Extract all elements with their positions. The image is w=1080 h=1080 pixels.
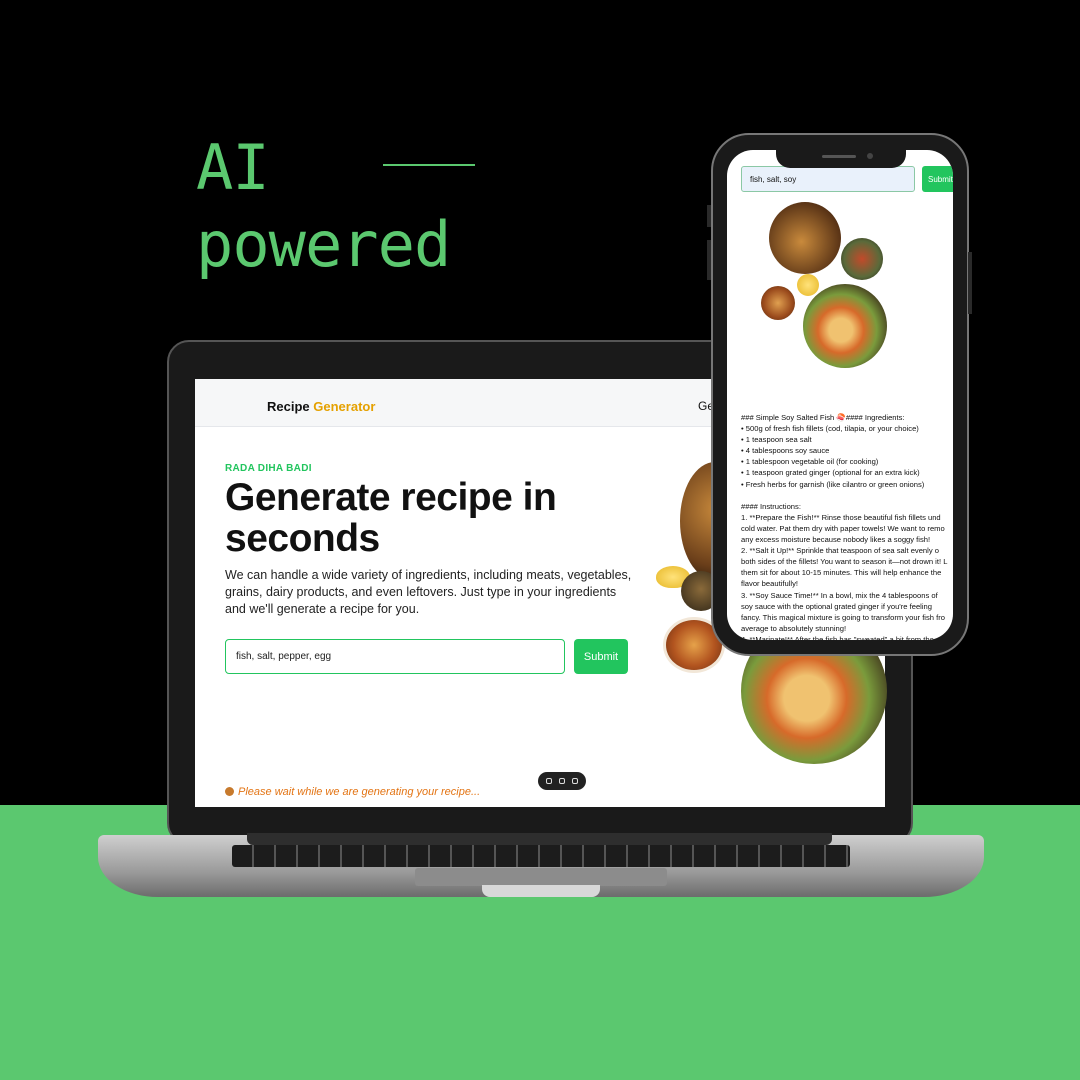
promo-headline-line1: AI	[196, 131, 270, 204]
brand-main: Recipe	[267, 399, 310, 414]
recipe-line: average to absolutely stunning!	[741, 623, 847, 633]
phone-notch	[776, 150, 906, 168]
page-description: We can handle a wide variety of ingredie…	[225, 568, 632, 616]
eyebrow-label: RADA DIHA BADI	[225, 463, 312, 474]
promo-headline-line2: powered	[196, 208, 451, 281]
recipe-line: fancy. This magical mixture is going to …	[741, 612, 945, 622]
phone-food-burger	[769, 202, 841, 274]
phone-volume-button	[707, 240, 711, 280]
brand-accent: Generator	[313, 399, 376, 414]
laptop-keyboard	[232, 845, 850, 867]
loading-status: Please wait while we are generating your…	[225, 786, 480, 798]
phone-ingredients-input[interactable]	[741, 166, 915, 192]
ingredients-input[interactable]	[225, 639, 565, 674]
recipe-line: 1. **Prepare the Fish!** Rinse those bea…	[741, 512, 941, 522]
phone-submit-button[interactable]: Submit	[922, 166, 953, 192]
phone-food-curry	[761, 286, 795, 320]
recipe-line: soy sauce with the optional grated ginge…	[741, 601, 932, 611]
recipe-line: • 1 teaspoon sea salt	[741, 435, 812, 445]
recipe-line: • 500g of fresh fish fillets (cod, tilap…	[741, 424, 919, 434]
recipe-line: any excess moisture because nobody likes…	[741, 535, 931, 545]
laptop-trackpad	[415, 868, 667, 886]
recipe-line: • 1 tablespoon vegetable oil (for cookin…	[741, 457, 879, 467]
toggle-icon[interactable]	[558, 778, 565, 784]
phone-speaker	[822, 155, 856, 158]
recipe-line: ### Simple Soy Salted Fish 🍣#### Ingredi…	[741, 413, 905, 422]
recipe-line: cold water. Pat them dry with paper towe…	[741, 523, 945, 533]
submit-button[interactable]: Submit	[574, 639, 628, 674]
recipe-line: flavor beautifully!	[741, 579, 798, 589]
laptop-base-notch	[482, 885, 600, 897]
phone-side-button	[707, 205, 711, 227]
brand-logo[interactable]: Recipe Generator	[267, 399, 375, 414]
floating-toolbar[interactable]	[538, 772, 586, 790]
phone-power-button	[968, 252, 972, 314]
recipe-line: them sit for about 10-15 minutes. This w…	[741, 568, 942, 578]
phone-food-lemon	[797, 274, 819, 296]
recipe-line	[741, 490, 953, 501]
recipe-line: • 4 tablespoons soy sauce	[741, 446, 830, 456]
recipe-line: • 1 teaspoon grated ginger (optional for…	[741, 468, 920, 478]
recipe-line: 4. **Marinate!** After the fish has "swe…	[741, 634, 934, 640]
recipe-line: 2. **Salt it Up!** Sprinkle that teaspoo…	[741, 546, 939, 556]
chat-icon[interactable]	[546, 778, 553, 784]
phone-food-tacos	[803, 284, 887, 368]
headline-dash	[383, 164, 475, 166]
recipe-line: 3. **Soy Sauce Time!** In a bowl, mix th…	[741, 590, 938, 600]
menu-icon[interactable]	[571, 778, 578, 784]
recipe-line: #### Instructions:	[741, 501, 801, 511]
phone-screen: Submit ### Simple Soy Salted Fish 🍣#### …	[727, 150, 953, 640]
loading-status-text: Please wait while we are generating your…	[238, 786, 481, 798]
loading-icon	[225, 787, 234, 796]
page-title: Generate recipe in seconds	[225, 476, 557, 560]
recipe-line: • Fresh herbs for garnish (like cilantro…	[741, 479, 925, 489]
phone-camera	[867, 153, 873, 159]
recipe-line: both sides of the fillets! You want to s…	[741, 557, 948, 567]
laptop-hinge	[247, 833, 832, 845]
phone-food-salad	[841, 238, 883, 280]
recipe-output: ### Simple Soy Salted Fish 🍣#### Ingredi…	[741, 412, 953, 640]
